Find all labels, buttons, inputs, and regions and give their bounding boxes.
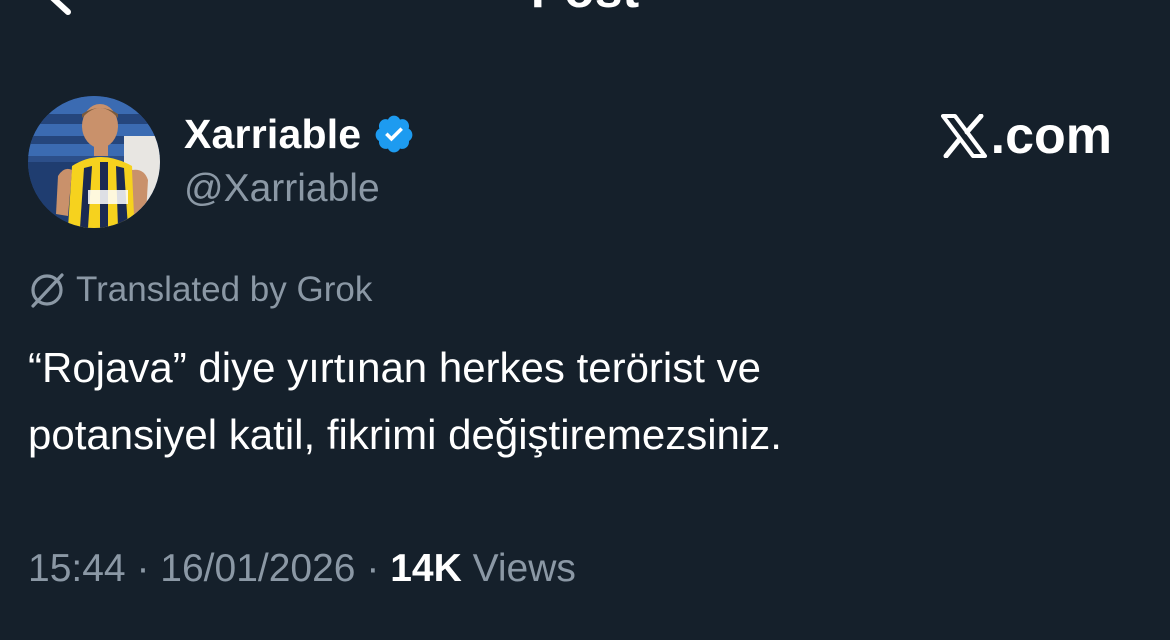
post-date[interactable]: 16/01/2026 (160, 547, 355, 590)
author-display-name[interactable]: Xarriable (184, 108, 361, 160)
author-name-row: Xarriable (184, 108, 415, 160)
translation-label: Translated by Grok (76, 270, 373, 309)
brand-watermark: .com (940, 107, 1112, 165)
post-text-line: potansiyel katil, fikrimi değiştiremezsi… (28, 411, 782, 458)
post-time[interactable]: 15:44 (28, 547, 126, 590)
avatar[interactable] (28, 96, 160, 228)
post-text-line: “Rojava” diye yırtınan herkes terörist v… (28, 344, 761, 391)
top-bar: Post (0, 0, 1170, 30)
page-title: Post (0, 0, 1170, 20)
grok-icon (28, 271, 66, 309)
brand-suffix: .com (990, 107, 1112, 165)
translation-notice: Translated by Grok (28, 267, 372, 313)
author-handle[interactable]: @Xarriable (184, 164, 380, 214)
meta-separator: · (366, 547, 380, 590)
x-logo-icon (940, 114, 987, 158)
post-text: “Rojava” diye yırtınan herkes terörist v… (28, 334, 1128, 468)
views-count[interactable]: 14K (390, 547, 462, 590)
post-meta: 15:44 · 16/01/2026 · 14K Views (28, 544, 576, 594)
views-label: Views (472, 547, 576, 590)
meta-separator: · (136, 547, 150, 590)
verified-badge-icon (373, 113, 415, 155)
